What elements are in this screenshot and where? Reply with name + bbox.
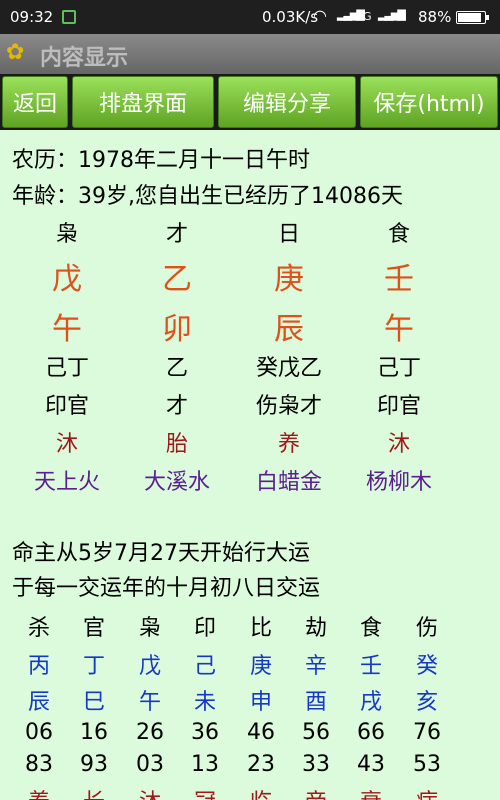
pillar-nayin: 大溪水 [143, 470, 210, 495]
luck-branch: 酉 [304, 690, 327, 715]
battery-fill [458, 13, 481, 22]
pillar-hidden-stems: 己丁 [44, 356, 89, 381]
luck-start-year: 33 [302, 752, 330, 777]
luck-branch: 午 [138, 690, 161, 715]
luck-start-age: 06 [25, 720, 53, 745]
luck-start-year: 53 [413, 752, 441, 777]
status-bar: 09:32 0.03K/s ◠ ▂▃▅▇ 4G ▂▃▅▇ G 88% [0, 0, 500, 34]
luck-life-stage: 衰 [343, 784, 399, 800]
chart-view-button[interactable]: 排盘界面 [72, 76, 214, 128]
luck-start-year: 83 [25, 752, 53, 777]
battery-icon [456, 11, 489, 24]
luck-life-stage: 帝 [288, 784, 344, 800]
luck-ten-god: 官 [82, 616, 105, 641]
age-info: 年龄：39岁,您自出生已经历了14086天 [12, 184, 403, 209]
pillar-branch: 辰 [274, 312, 304, 347]
luck-start-age: 76 [413, 720, 441, 745]
luck-life-stage: 沐 [122, 784, 178, 800]
luck-stem: 丁 [82, 654, 105, 679]
pillar-life-stage: 沐 [387, 432, 410, 457]
luck-start-age: 16 [80, 720, 108, 745]
pillar-hidden-gods: 伤枭才 [255, 394, 322, 419]
luck-ten-god: 伤 [415, 616, 438, 641]
pillar-ten-god: 日 [277, 222, 300, 247]
pillar-hidden-stems: 己丁 [376, 356, 421, 381]
luck-life-stage: 长 [66, 784, 122, 800]
pillar-hidden-gods: 才 [165, 394, 188, 419]
luck-branch: 巳 [82, 690, 105, 715]
back-button[interactable]: 返回 [2, 76, 68, 128]
luck-start-age: 36 [191, 720, 219, 745]
pillar-stem: 乙 [162, 262, 192, 297]
battery-percent: 88% [418, 8, 452, 26]
pillar-life-stage: 胎 [165, 432, 188, 457]
luck-stem: 庚 [249, 654, 272, 679]
pillar-branch: 卯 [162, 312, 192, 347]
pillar-life-stage: 养 [277, 432, 300, 457]
notification-icon [62, 10, 76, 24]
luck-life-stage: 养 [11, 784, 67, 800]
pillar-hidden-stems: 乙 [165, 356, 188, 381]
luck-start-age: 66 [357, 720, 385, 745]
luck-stem: 癸 [415, 654, 438, 679]
luck-branch: 亥 [415, 690, 438, 715]
luck-stem: 壬 [359, 654, 382, 679]
luck-start-info: 命主从5岁7月27天开始行大运 [12, 541, 310, 566]
luck-start-year: 23 [247, 752, 275, 777]
luck-stem: 辛 [304, 654, 327, 679]
luck-life-stage: 冠 [177, 784, 233, 800]
luck-start-year: 43 [357, 752, 385, 777]
luck-start-age: 26 [136, 720, 164, 745]
luck-ten-god: 劫 [304, 616, 327, 641]
luck-stem: 戊 [138, 654, 161, 679]
pillar-nayin: 白蜡金 [255, 470, 322, 495]
pillar-hidden-stems: 癸戊乙 [255, 356, 322, 381]
pillar-ten-god: 枭 [55, 222, 78, 247]
luck-life-stage: 临 [233, 784, 289, 800]
luck-start-age: 46 [247, 720, 275, 745]
content-area: 农历：1978年二月十一日午时 年龄：39岁,您自出生已经历了14086天 枭戊… [0, 130, 500, 800]
luck-stem: 己 [193, 654, 216, 679]
pillar-stem: 戊 [52, 262, 82, 297]
luck-start-year: 13 [191, 752, 219, 777]
network-speed: 0.03K/s [262, 8, 319, 26]
luck-stem: 丙 [27, 654, 50, 679]
luck-branch: 戌 [359, 690, 382, 715]
network-type: 4G [356, 10, 372, 23]
pillar-hidden-gods: 印官 [44, 394, 89, 419]
pillar-ten-god: 才 [165, 222, 188, 247]
save-html-button[interactable]: 保存(html) [360, 76, 498, 128]
luck-ten-god: 杀 [27, 616, 50, 641]
luck-ten-god: 食 [359, 616, 382, 641]
luck-life-stage: 病 [399, 784, 455, 800]
luck-branch: 申 [249, 690, 272, 715]
luck-branch: 辰 [27, 690, 50, 715]
pillar-nayin: 杨柳木 [365, 470, 432, 495]
luck-ten-god: 印 [193, 616, 216, 641]
luck-start-year: 03 [136, 752, 164, 777]
luck-transition-info: 于每一交运年的十月初八日交运 [12, 576, 321, 601]
luck-branch: 未 [193, 690, 216, 715]
status-time: 09:32 [10, 8, 54, 26]
pillar-stem: 庚 [274, 262, 304, 297]
lunar-date: 农历：1978年二月十一日午时 [12, 148, 310, 173]
sunflower-icon: ✿ [6, 40, 25, 65]
pillar-branch: 午 [52, 312, 82, 347]
title-bar: ✿ 内容显示 [0, 34, 500, 74]
pillar-life-stage: 沐 [55, 432, 78, 457]
luck-ten-god: 比 [249, 616, 272, 641]
pillar-stem: 壬 [384, 262, 414, 297]
page-title: 内容显示 [40, 46, 129, 71]
network-type-2: G [398, 10, 407, 23]
wifi-icon: ◠ [313, 6, 327, 25]
luck-ten-god: 枭 [138, 616, 161, 641]
pillar-hidden-gods: 印官 [376, 394, 421, 419]
luck-start-year: 93 [80, 752, 108, 777]
pillar-ten-god: 食 [387, 222, 410, 247]
edit-share-button[interactable]: 编辑分享 [218, 76, 356, 128]
luck-start-age: 56 [302, 720, 330, 745]
toolbar: 返回 排盘界面 编辑分享 保存(html) [0, 74, 500, 130]
pillar-branch: 午 [384, 312, 414, 347]
pillar-nayin: 天上火 [33, 470, 100, 495]
